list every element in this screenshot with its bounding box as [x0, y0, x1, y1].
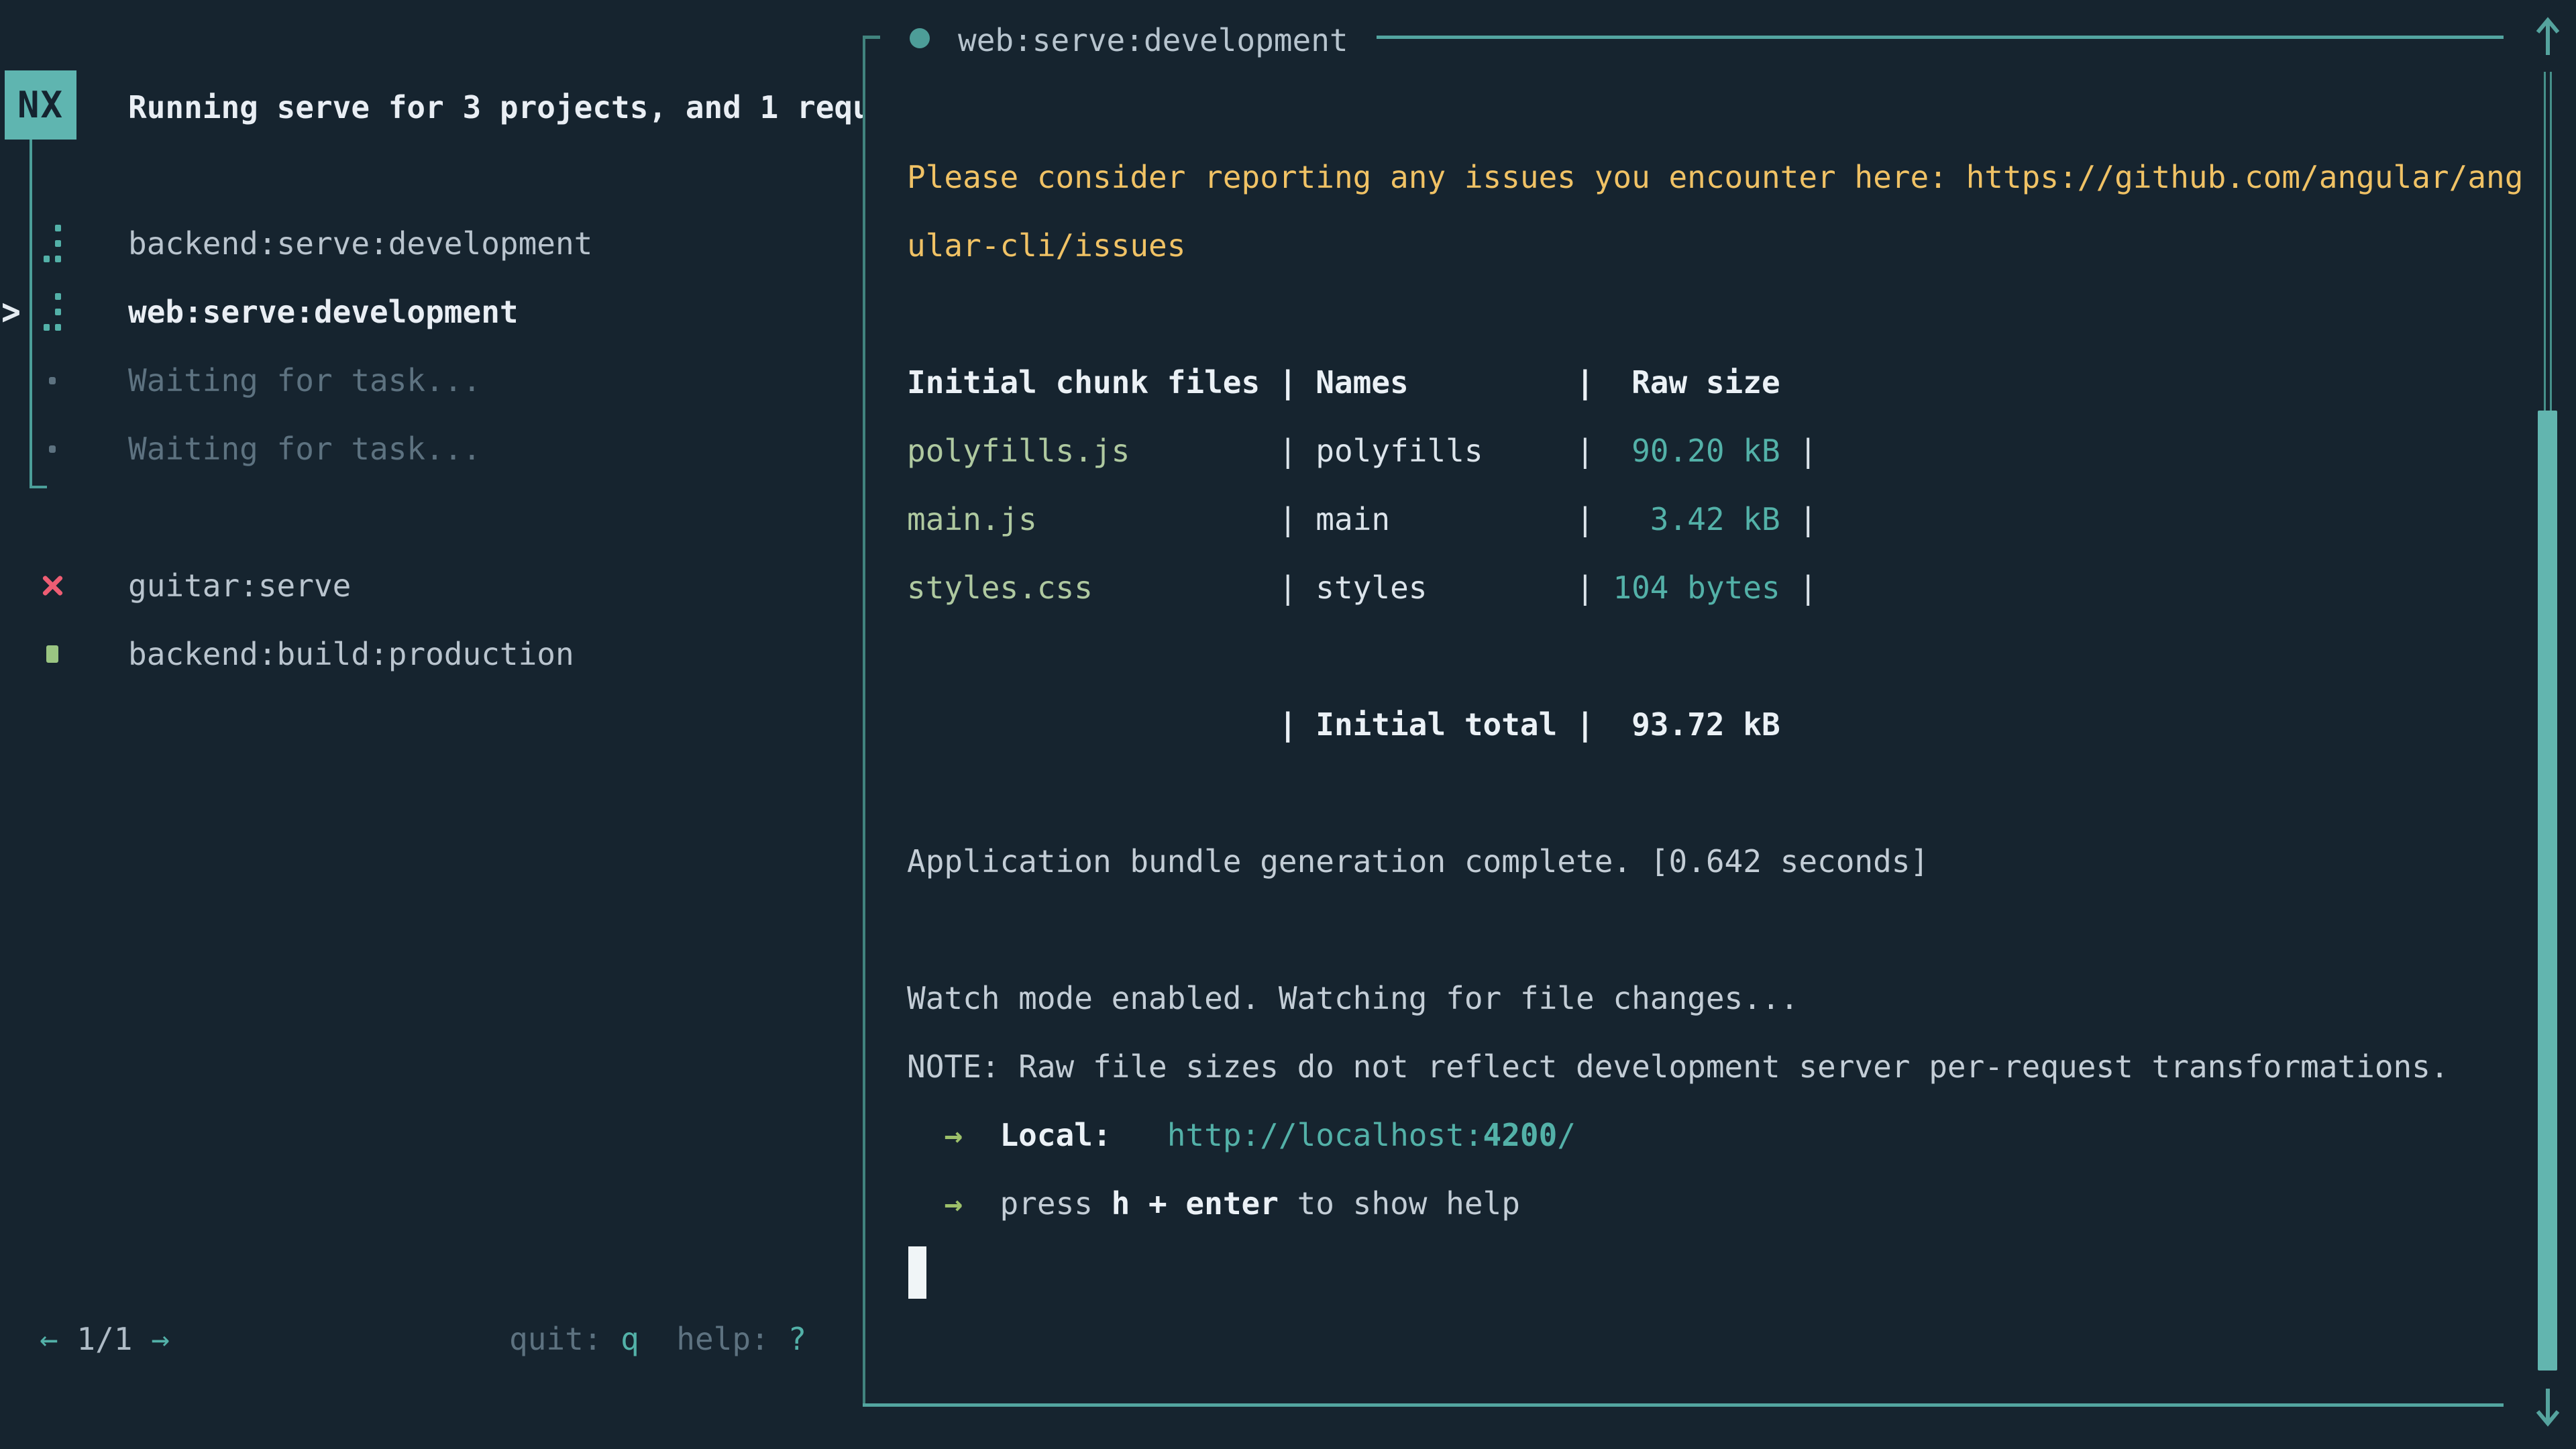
panel-title: web:serve:development	[958, 6, 1348, 74]
issue-notice-line-2: ular-cli/issues	[907, 211, 2530, 280]
scrollbar-track[interactable]	[2550, 72, 2552, 411]
local-port: 4200	[1483, 1117, 1558, 1153]
chunk-table-row: styles.css | styles | 104 bytes |	[907, 553, 2530, 622]
chunk-name-cell: | styles |	[1093, 570, 1595, 606]
nx-tui-screen: NX Running serve for 3 projects, and 1 r…	[0, 0, 2576, 1449]
chunk-file-name: main.js	[907, 501, 1037, 537]
running-status-dot-icon	[910, 28, 930, 48]
issue-notice-text[interactable]: ular-cli/issues	[907, 227, 1185, 264]
issue-notice-line-1: Please consider reporting any issues you…	[907, 143, 2530, 211]
terminal-output: Please consider reporting any issues you…	[907, 74, 2530, 1238]
chunk-raw-size: 3.42 kB	[1595, 501, 1780, 537]
chunk-raw-size: 104 bytes	[1595, 570, 1780, 606]
scrollbar-track[interactable]	[2544, 72, 2546, 411]
chunk-file-name: styles.css	[907, 570, 1093, 606]
chunk-table-row: polyfills.js | polyfills | 90.20 kB |	[907, 417, 2530, 485]
initial-total-size: 93.72 kB	[1595, 706, 1780, 743]
chunk-file-name: polyfills.js	[907, 433, 1130, 469]
note-line: NOTE: Raw file sizes do not reflect deve…	[907, 1032, 2530, 1101]
chunk-name-cell: | main |	[1037, 501, 1595, 537]
scrollbar-up-arrow-icon[interactable]	[2532, 15, 2563, 59]
arrow-icon: →	[907, 1185, 1000, 1222]
chunk-table-header: Initial chunk files | Names | Raw size	[907, 348, 2530, 417]
issue-notice-text[interactable]: Please consider reporting any issues you…	[907, 159, 2523, 195]
initial-total-label: | Initial total |	[907, 706, 1595, 743]
scrollbar-thumb[interactable]	[2538, 411, 2557, 1371]
initial-total-row: | Initial total | 93.72 kB	[907, 690, 2530, 759]
local-url[interactable]: http://localhost:4200/	[1112, 1117, 1576, 1153]
chunk-raw-size: 90.20 kB	[1595, 433, 1780, 469]
watch-mode-line: Watch mode enabled. Watching for file ch…	[907, 964, 2530, 1032]
terminal-cursor	[908, 1246, 926, 1299]
chunk-name-cell: | polyfills |	[1130, 433, 1594, 469]
task-output-panel: web:serve:development Please consider re…	[0, 0, 2576, 1449]
panel-border-left	[863, 36, 865, 1407]
bundle-complete-line: Application bundle generation complete. …	[907, 827, 2530, 896]
local-label: Local:	[1000, 1117, 1111, 1153]
panel-border-top	[1377, 36, 2504, 39]
local-url-line: → Local: http://localhost:4200/	[907, 1101, 2530, 1169]
panel-border-top-nub	[863, 36, 880, 39]
help-hint-line: → press h + enter to show help	[907, 1169, 2530, 1238]
scrollbar-down-arrow-icon[interactable]	[2532, 1385, 2563, 1429]
arrow-icon: →	[907, 1117, 1000, 1153]
chunk-table-row: main.js | main | 3.42 kB |	[907, 485, 2530, 553]
panel-border-bottom	[863, 1403, 2504, 1407]
help-keys: h + enter	[1112, 1185, 1279, 1222]
